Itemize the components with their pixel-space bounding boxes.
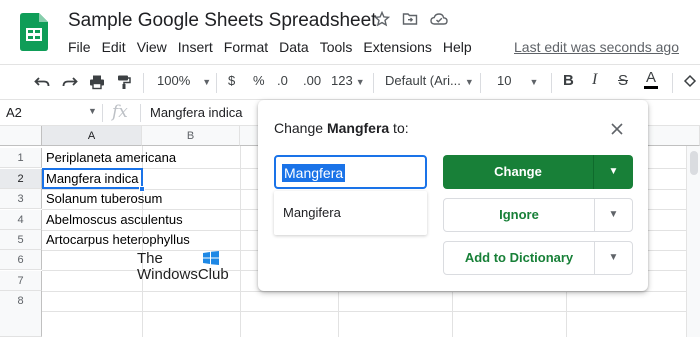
add-options-dropdown[interactable]: ▼ (595, 242, 632, 274)
column-header-b[interactable]: B (142, 126, 240, 146)
row-header-4[interactable]: 4 (0, 210, 42, 230)
chevron-down-icon[interactable]: ▼ (88, 106, 97, 116)
more-formats-select[interactable]: 123 ▼ (331, 73, 365, 88)
font-size-label: 10 (497, 73, 512, 88)
change-button[interactable]: Change ▼ (443, 155, 633, 189)
row-header-3[interactable]: 3 (0, 189, 42, 209)
row-header-8[interactable]: 8 (0, 291, 42, 337)
chevron-down-icon: ▼ (464, 77, 474, 87)
menu-data[interactable]: Data (279, 39, 309, 55)
row-header-7[interactable]: 7 (0, 271, 42, 291)
zoom-select[interactable]: 100% ▼ (157, 73, 211, 88)
font-label: Default (Ari... (385, 73, 461, 88)
ignore-button[interactable]: Ignore ▼ (443, 198, 633, 232)
row-header-5[interactable]: 5 (0, 230, 42, 250)
cell-a4[interactable]: Abelmoscus asculentus (46, 210, 183, 230)
scrollbar-thumb[interactable] (690, 151, 698, 175)
paint-format-icon[interactable] (116, 74, 132, 90)
toolbar: 100% ▼ $ % .0 .00 123 ▼ Default (Ari... ▼ 1… (0, 64, 700, 100)
redo-icon[interactable] (62, 75, 78, 89)
menu-help[interactable]: Help (443, 39, 472, 55)
bold-button[interactable]: B (563, 72, 574, 89)
suggestion-item[interactable]: Mangifera (283, 205, 341, 220)
percent-label: % (253, 73, 265, 88)
undo-icon[interactable] (34, 75, 50, 89)
decrease-decimal-label: .0 (277, 73, 288, 88)
replacement-input[interactable]: Mangfera (274, 155, 427, 189)
add-to-dictionary-button[interactable]: Add to Dictionary ▼ (443, 241, 633, 275)
font-select[interactable]: Default (Ari... ▼ (385, 73, 474, 88)
ignore-button-label: Ignore (499, 207, 539, 222)
fill-color-icon[interactable] (682, 74, 698, 90)
ignore-options-dropdown[interactable]: ▼ (595, 199, 632, 231)
dialog-title: Change Mangfera to: (274, 120, 409, 136)
text-color-button[interactable]: A (644, 70, 659, 89)
increase-decimal-button[interactable]: .00 (303, 73, 321, 88)
print-icon[interactable] (89, 74, 105, 90)
percent-format-button[interactable]: % (253, 73, 265, 88)
spell-check-dialog: Change Mangfera to: Mangfera Mangifera C… (258, 100, 648, 291)
menu-edit[interactable]: Edit (102, 39, 126, 55)
formula-input[interactable]: Mangfera indica (150, 105, 243, 120)
move-to-folder-icon[interactable] (402, 11, 418, 27)
row-header-2[interactable]: 2 (0, 169, 42, 189)
watermark-logo-icon (203, 251, 219, 265)
fill-handle[interactable] (139, 186, 145, 192)
cell-a5[interactable]: Artocarpus heterophyllus (46, 230, 190, 250)
add-to-dictionary-label: Add to Dictionary (464, 250, 574, 265)
decrease-decimal-button[interactable]: .0 (277, 73, 288, 88)
chevron-down-icon: ▼ (529, 77, 539, 87)
chevron-down-icon: ▼ (355, 77, 365, 87)
name-box[interactable]: A2 (6, 105, 22, 120)
italic-button[interactable]: I (592, 71, 597, 89)
more-formats-label: 123 (331, 73, 353, 88)
currency-format-button[interactable]: $ (228, 73, 235, 88)
selected-cell-outline (42, 168, 143, 189)
fx-icon: fx (112, 102, 128, 122)
star-icon[interactable] (374, 11, 390, 27)
currency-label: $ (228, 73, 236, 88)
watermark-line2: WindowsClub (137, 266, 229, 283)
column-header-a[interactable]: A (42, 126, 142, 146)
menu-file[interactable]: File (68, 39, 91, 55)
increase-decimal-label: .00 (303, 73, 322, 88)
select-all-corner[interactable] (0, 126, 42, 146)
strikethrough-button[interactable]: S (618, 72, 628, 89)
cloud-status-icon[interactable] (430, 11, 448, 27)
change-options-dropdown[interactable]: ▼ (594, 155, 633, 189)
title-icons (374, 11, 448, 27)
close-icon[interactable] (610, 122, 624, 136)
menu-format[interactable]: Format (224, 39, 268, 55)
change-button-label: Change (494, 164, 542, 179)
suggestion-list: Mangifera (274, 191, 427, 235)
chevron-down-icon: ▼ (202, 77, 212, 87)
dialog-title-prefix: Change (274, 120, 327, 136)
menu-tools[interactable]: Tools (320, 39, 353, 55)
replacement-input-value: Mangfera (282, 164, 346, 182)
app-header: Sample Google Sheets Spreadsheet File Ed… (0, 0, 700, 64)
sheets-logo-icon[interactable] (20, 13, 48, 51)
menu-extensions[interactable]: Extensions (363, 39, 431, 55)
dialog-title-word: Mangfera (326, 120, 390, 136)
cell-a3[interactable]: Solanum tuberosum (46, 189, 162, 209)
menu-insert[interactable]: Insert (178, 39, 213, 55)
font-size-select[interactable]: 10 ▼ (497, 73, 538, 88)
row-header-1[interactable]: 1 (0, 148, 42, 168)
vertical-scrollbar[interactable] (686, 146, 700, 337)
menu-view[interactable]: View (137, 39, 167, 55)
zoom-value: 100% (157, 73, 191, 88)
dialog-title-suffix: to: (389, 120, 409, 136)
row-header-6[interactable]: 6 (0, 250, 42, 270)
document-title[interactable]: Sample Google Sheets Spreadsheet (68, 10, 376, 32)
last-edit-link[interactable]: Last edit was seconds ago (514, 39, 679, 55)
menu-bar: File Edit View Insert Format Data Tools … (68, 39, 483, 55)
cell-a1[interactable]: Periplaneta americana (46, 148, 176, 168)
